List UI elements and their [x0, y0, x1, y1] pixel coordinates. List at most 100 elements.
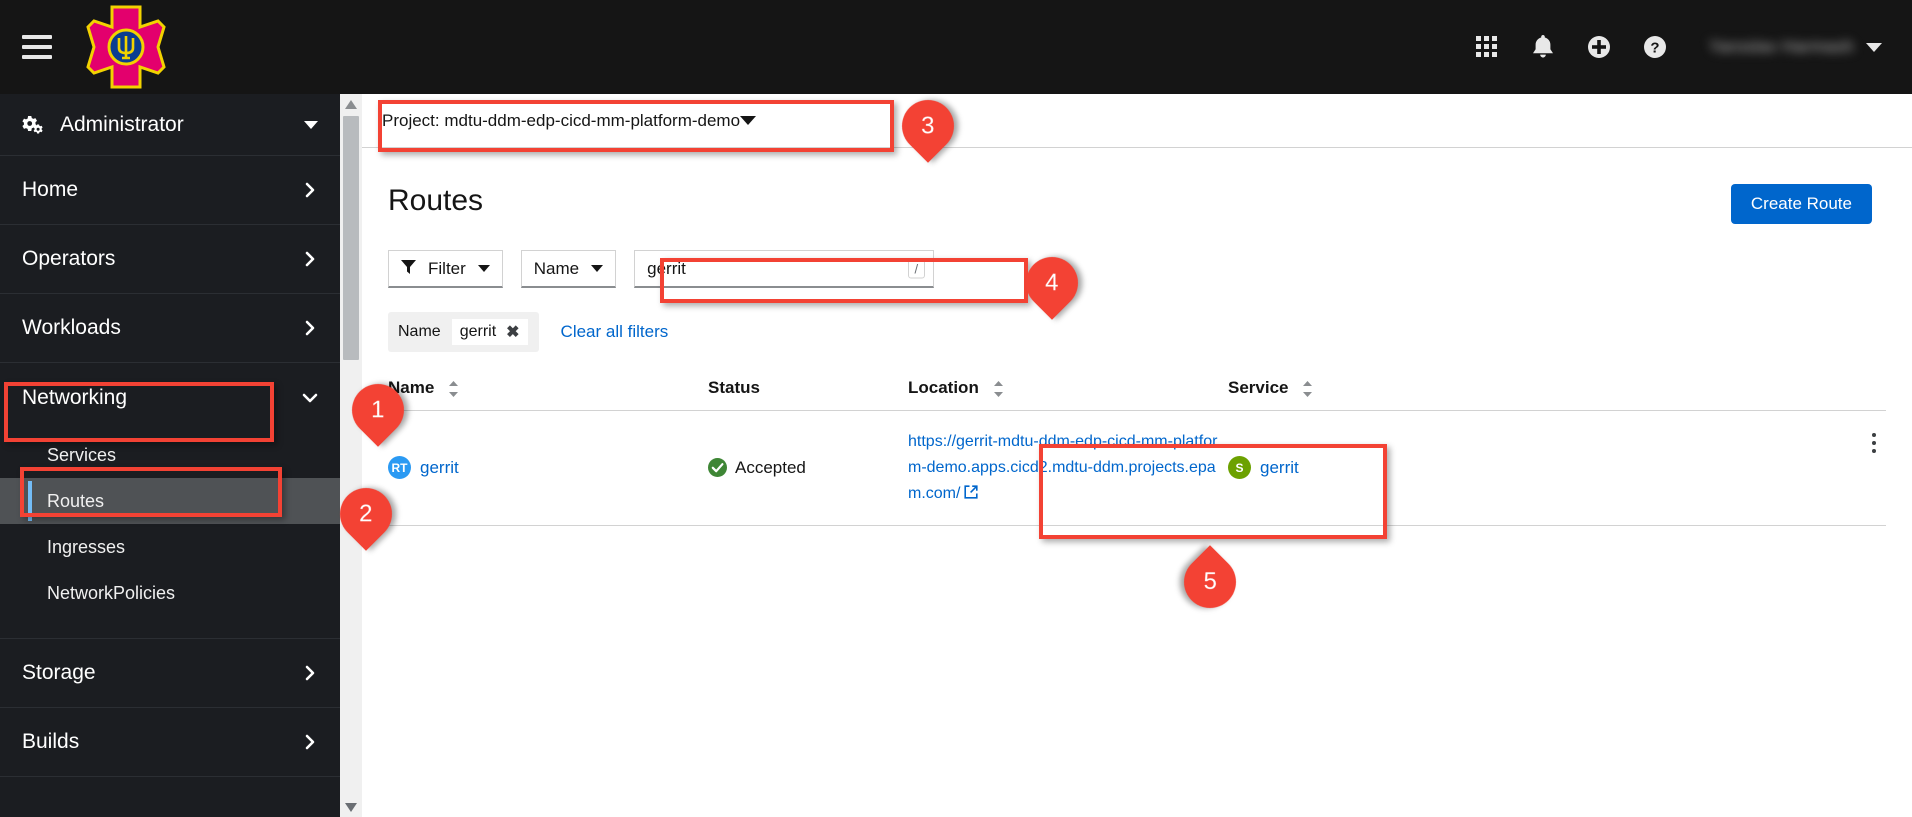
- masthead: ? Yaroslav Harmash: [0, 0, 1912, 94]
- sidebar: Administrator Home Operators Workloads N…: [0, 94, 340, 817]
- help-circle-icon[interactable]: ?: [1627, 19, 1683, 75]
- search-shortcut-hint: /: [907, 259, 926, 278]
- apps-grid-icon[interactable]: [1459, 19, 1515, 75]
- sidebar-item-next[interactable]: [0, 777, 340, 817]
- main-content: Project: mdtu-ddm-edp-cicd-mm-platform-d…: [362, 94, 1912, 817]
- page-scrollbar[interactable]: [340, 94, 362, 817]
- sidebar-item-home[interactable]: Home: [0, 156, 340, 225]
- filter-attribute-label: Name: [533, 258, 580, 278]
- sidebar-item-storage[interactable]: Storage: [0, 639, 340, 708]
- route-location-link[interactable]: https://gerrit-mdtu-ddm-edp-cicd-mm-plat…: [908, 433, 1217, 502]
- cell-service: S gerrit: [1228, 429, 1788, 507]
- close-icon[interactable]: ✖: [506, 322, 519, 342]
- sidebar-item-label: Workloads: [22, 316, 121, 339]
- masthead-toolbar: ? Yaroslav Harmash: [1459, 0, 1912, 94]
- annotation-marker-label: 2: [359, 500, 373, 528]
- chevron-right-icon: [302, 251, 318, 267]
- logo[interactable]: [78, 3, 174, 91]
- cell-actions: [1788, 429, 1886, 507]
- column-header-name[interactable]: Name: [388, 378, 708, 398]
- sidebar-item-routes[interactable]: Routes: [0, 478, 340, 524]
- kebab-menu-icon[interactable]: [1862, 429, 1886, 507]
- caret-up-icon[interactable]: [340, 94, 362, 114]
- sidebar-item-services[interactable]: Services: [0, 432, 340, 478]
- create-route-button[interactable]: Create Route: [1730, 184, 1872, 224]
- column-header-label: Service: [1228, 378, 1289, 397]
- gears-icon: [22, 115, 44, 135]
- filter-toolbar: Filter Name /: [362, 224, 1912, 288]
- sidebar-item-operators[interactable]: Operators: [0, 225, 340, 294]
- sidebar-item-networking[interactable]: Networking: [0, 363, 340, 432]
- chevron-right-icon: [302, 182, 318, 198]
- column-header-service[interactable]: Service: [1228, 378, 1788, 398]
- routes-table: Name Status Location Service RT gerrit A…: [388, 378, 1886, 526]
- openshift-console: ? Yaroslav Harmash Administrator Home Op…: [0, 0, 1912, 817]
- scrollbar-thumb[interactable]: [343, 116, 359, 360]
- sidebar-item-networkpolicies[interactable]: NetworkPolicies: [0, 570, 340, 616]
- service-resource-badge: S: [1228, 456, 1251, 480]
- sort-icon[interactable]: [1303, 380, 1313, 397]
- column-header-status: Status: [708, 378, 908, 398]
- chevron-right-icon: [302, 734, 318, 750]
- route-resource-badge: RT: [388, 456, 411, 480]
- sort-icon[interactable]: [993, 380, 1003, 397]
- table-row: RT gerrit Accepted https://gerrit-mdtu-d…: [388, 411, 1886, 526]
- sidebar-subitem-label: NetworkPolicies: [47, 582, 176, 603]
- filter-dropdown[interactable]: Filter: [388, 250, 503, 288]
- page-header: Routes Create Route: [362, 148, 1912, 224]
- table-header-row: Name Status Location Service: [388, 378, 1886, 411]
- perspective-label: Administrator: [60, 112, 184, 136]
- search-field-wrapper: /: [634, 250, 935, 288]
- route-name-link[interactable]: gerrit: [420, 458, 459, 478]
- sidebar-item-label: Networking: [22, 385, 128, 409]
- active-filters-row: Name gerrit ✖ Clear all filters: [362, 288, 1912, 352]
- sidebar-subitem-label: Services: [47, 444, 117, 465]
- user-name: Yaroslav Harmash: [1709, 37, 1854, 56]
- sort-icon[interactable]: [449, 380, 459, 397]
- sidebar-item-builds[interactable]: Builds: [0, 708, 340, 777]
- caret-down-icon: [304, 120, 318, 129]
- caret-down-icon: [477, 265, 490, 272]
- check-circle-icon: [708, 458, 727, 478]
- clear-all-filters-link[interactable]: Clear all filters: [561, 322, 669, 342]
- chevron-right-icon: [302, 320, 318, 336]
- sidebar-item-ingresses[interactable]: Ingresses: [0, 524, 340, 570]
- service-name-link[interactable]: gerrit: [1260, 458, 1299, 478]
- column-header-label: Location: [908, 378, 979, 397]
- caret-down-icon: [591, 265, 604, 272]
- chevron-right-icon: [302, 665, 318, 681]
- cell-status: Accepted: [708, 429, 908, 507]
- sidebar-item-label: Home: [22, 178, 79, 201]
- plus-circle-icon[interactable]: [1571, 19, 1627, 75]
- filter-attribute-dropdown[interactable]: Name: [520, 250, 617, 288]
- column-header-location[interactable]: Location: [908, 378, 1228, 398]
- perspective-switcher[interactable]: Administrator: [0, 94, 340, 156]
- sidebar-item-label: Storage: [22, 661, 96, 684]
- chevron-down-icon: [1866, 42, 1882, 52]
- project-selector-label: Project: mdtu-ddm-edp-cicd-mm-platform-d…: [382, 110, 741, 130]
- filter-dropdown-label: Filter: [428, 258, 466, 278]
- annotation-marker-label: 5: [1203, 567, 1217, 595]
- filter-chip-label: gerrit: [459, 323, 497, 340]
- project-bar: Project: mdtu-ddm-edp-cicd-mm-platform-d…: [362, 94, 1912, 148]
- annotation-marker-label: 4: [1045, 269, 1059, 297]
- user-menu[interactable]: Yaroslav Harmash: [1709, 37, 1892, 57]
- ukraine-cross-logo-icon: [86, 5, 166, 89]
- chevron-down-icon: [302, 390, 318, 406]
- sidebar-item-workloads[interactable]: Workloads: [0, 294, 340, 363]
- sidebar-item-label: Operators: [22, 247, 116, 270]
- sidebar-item-label: Builds: [22, 730, 80, 753]
- filter-chip[interactable]: gerrit ✖: [450, 318, 529, 346]
- sidebar-subitem-label: Routes: [47, 490, 105, 511]
- caret-down-icon[interactable]: [340, 797, 362, 817]
- caret-down-icon: [740, 116, 757, 125]
- bell-icon[interactable]: [1515, 19, 1571, 75]
- annotation-marker-label: 1: [371, 396, 385, 424]
- external-link-icon[interactable]: [964, 485, 979, 504]
- search-input[interactable]: [647, 258, 922, 279]
- project-selector[interactable]: Project: mdtu-ddm-edp-cicd-mm-platform-d…: [368, 103, 770, 139]
- annotation-marker-label: 3: [921, 112, 935, 140]
- menu-toggle-icon[interactable]: [22, 35, 52, 59]
- status-text: Accepted: [735, 457, 806, 477]
- cell-name: RT gerrit: [388, 429, 708, 507]
